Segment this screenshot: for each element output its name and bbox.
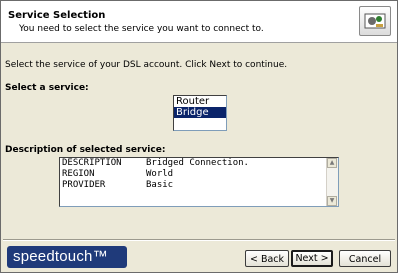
page-subtitle: You need to select the service you want … xyxy=(19,24,264,34)
description-value: Bridged Connection. xyxy=(146,158,249,168)
description-key: PROVIDER xyxy=(62,180,106,190)
wizard-header: Service Selection You need to select the… xyxy=(1,1,397,43)
service-label: Select a service: xyxy=(5,83,89,93)
description-value: Basic xyxy=(146,180,174,190)
back-button[interactable]: < Back xyxy=(245,250,289,267)
description-value: World xyxy=(146,169,174,179)
description-key: DESCRIPTION xyxy=(62,158,122,168)
wizard-window: Service Selection You need to select the… xyxy=(0,0,398,273)
page-title: Service Selection xyxy=(8,10,106,21)
description-textbox[interactable]: DESCRIPTION Bridged Connection. REGION W… xyxy=(59,157,339,207)
logo-text: speedtouch™ xyxy=(13,248,108,265)
description-label: Description of selected service: xyxy=(5,145,166,155)
scroll-down-arrow-icon[interactable]: ▼ xyxy=(327,196,337,206)
service-option-router[interactable]: Router xyxy=(174,96,226,107)
description-scrollbar[interactable]: ▲ ▼ xyxy=(326,158,338,206)
scroll-up-arrow-icon[interactable]: ▲ xyxy=(327,158,337,168)
description-table: DESCRIPTION Bridged Connection. REGION W… xyxy=(62,158,249,191)
description-row: REGION World xyxy=(62,169,249,180)
next-button[interactable]: Next > xyxy=(291,250,333,267)
description-row: DESCRIPTION Bridged Connection. xyxy=(62,158,249,169)
service-listbox[interactable]: Router Bridge xyxy=(173,95,227,131)
service-option-bridge[interactable]: Bridge xyxy=(174,107,226,118)
description-row: PROVIDER Basic xyxy=(62,180,249,191)
footer-divider xyxy=(3,239,395,241)
instruction-text: Select the service of your DSL account. … xyxy=(5,60,288,70)
description-key: REGION xyxy=(62,169,95,179)
cancel-button[interactable]: Cancel xyxy=(339,250,391,267)
speedtouch-logo: speedtouch™ xyxy=(7,246,127,268)
service-selection-icon xyxy=(359,6,391,36)
